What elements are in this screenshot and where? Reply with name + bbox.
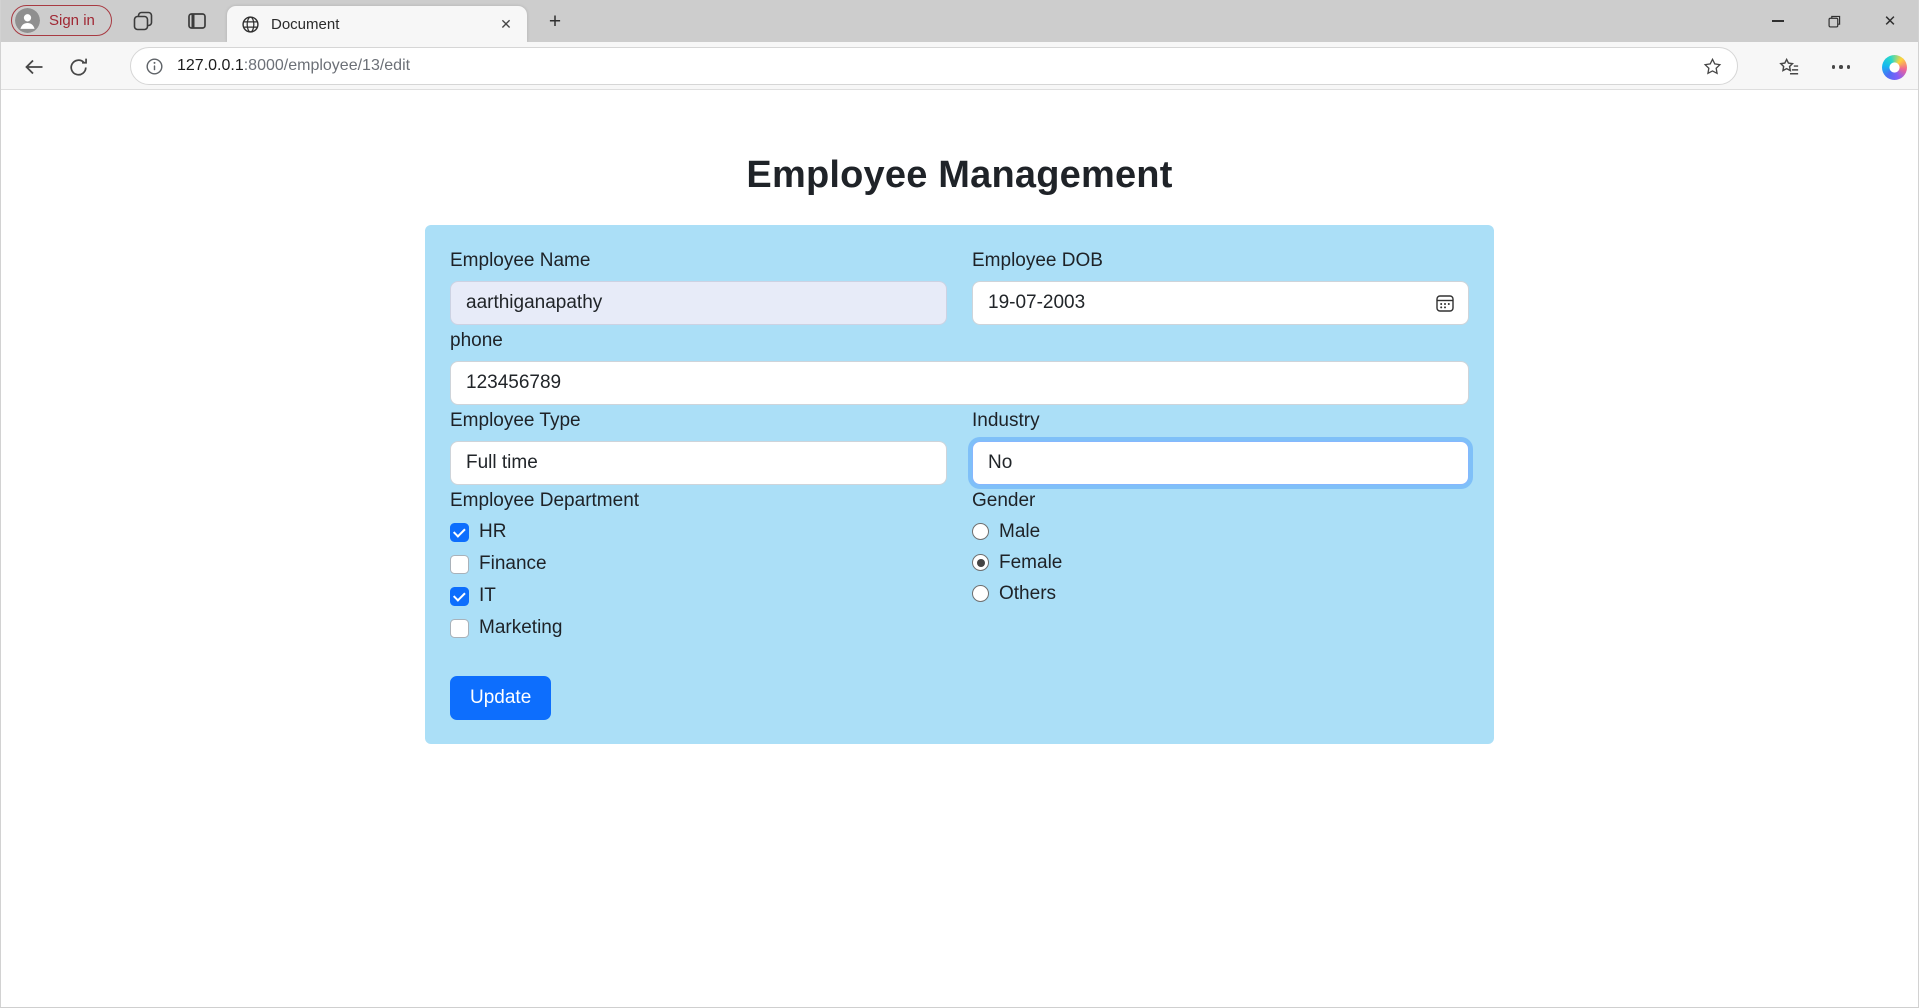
employee-dob-field: Employee DOB <box>972 249 1469 325</box>
browser-tab[interactable]: Document ✕ <box>227 6 527 42</box>
gender-group: Gender Male Female Others <box>972 489 1469 647</box>
window-controls: ✕ <box>1750 0 1918 42</box>
sign-in-label: Sign in <box>49 12 95 29</box>
employee-type-label: Employee Type <box>450 409 947 433</box>
window-close-button[interactable]: ✕ <box>1862 0 1918 42</box>
employee-name-field: Employee Name <box>450 249 947 325</box>
employee-dob-label: Employee DOB <box>972 249 1469 273</box>
navigation-bar: 127.0.0.1:8000/employee/13/edit <box>1 42 1918 90</box>
it-label: IT <box>479 585 496 607</box>
workspaces-icon[interactable] <box>131 9 155 33</box>
phone-label: phone <box>450 329 1469 353</box>
employee-name-input[interactable] <box>450 281 947 325</box>
employee-department-label: Employee Department <box>450 489 947 513</box>
minimize-button[interactable] <box>1750 0 1806 42</box>
industry-input[interactable] <box>972 441 1469 485</box>
gender-label: Gender <box>972 489 1469 513</box>
gender-option-female[interactable]: Female <box>972 550 1469 575</box>
hr-label: HR <box>479 521 506 543</box>
tab-title: Document <box>271 16 495 33</box>
browser-window: Sign in Document ✕ + ✕ <box>0 0 1919 1008</box>
finance-checkbox[interactable] <box>450 555 469 574</box>
marketing-checkbox[interactable] <box>450 619 469 638</box>
department-option-finance[interactable]: Finance <box>450 551 947 577</box>
tab-close-icon[interactable]: ✕ <box>495 13 517 35</box>
employee-type-input[interactable] <box>450 441 947 485</box>
back-icon[interactable] <box>21 54 47 80</box>
new-tab-button[interactable]: + <box>542 9 568 35</box>
url-host: 127.0.0.1 <box>177 57 244 74</box>
copilot-icon[interactable] <box>1881 54 1907 80</box>
settings-menu-icon[interactable] <box>1828 54 1854 80</box>
male-label: Male <box>999 521 1040 543</box>
employee-dob-input[interactable] <box>972 281 1469 325</box>
add-favorite-star-icon[interactable] <box>1702 56 1723 77</box>
employee-department-group: Employee Department HR Finance IT <box>450 489 947 647</box>
employee-type-field: Employee Type <box>450 409 947 485</box>
others-label: Others <box>999 583 1056 605</box>
industry-label: Industry <box>972 409 1469 433</box>
profile-avatar-icon <box>15 8 40 33</box>
department-option-marketing[interactable]: Marketing <box>450 615 947 641</box>
refresh-icon[interactable] <box>65 54 91 80</box>
industry-field: Industry <box>972 409 1469 485</box>
sign-in-button[interactable]: Sign in <box>11 5 112 36</box>
url-path: :8000/employee/13/edit <box>244 57 410 74</box>
update-button[interactable]: Update <box>450 676 551 720</box>
others-radio[interactable] <box>972 585 989 602</box>
address-bar[interactable]: 127.0.0.1:8000/employee/13/edit <box>130 47 1738 85</box>
male-radio[interactable] <box>972 523 989 540</box>
favorites-icon[interactable] <box>1776 54 1802 80</box>
department-option-it[interactable]: IT <box>450 583 947 609</box>
department-option-hr[interactable]: HR <box>450 519 947 545</box>
phone-input[interactable] <box>450 361 1469 405</box>
site-info-icon[interactable] <box>145 57 164 76</box>
employee-form-card: Employee Name Employee DOB phone <box>425 225 1494 744</box>
female-label: Female <box>999 552 1062 574</box>
page-content: Employee Management Employee Name Employ… <box>1 90 1918 1008</box>
page-title: Employee Management <box>1 154 1918 197</box>
marketing-label: Marketing <box>479 617 562 639</box>
it-checkbox[interactable] <box>450 587 469 606</box>
tab-actions-icon[interactable] <box>185 9 209 33</box>
female-radio[interactable] <box>972 554 989 571</box>
globe-icon <box>241 15 260 34</box>
hr-checkbox[interactable] <box>450 523 469 542</box>
employee-name-label: Employee Name <box>450 249 947 273</box>
tab-bar: Sign in Document ✕ + ✕ <box>1 0 1918 42</box>
finance-label: Finance <box>479 553 547 575</box>
calendar-icon[interactable] <box>1434 292 1456 314</box>
phone-field: phone <box>450 329 1469 405</box>
gender-option-male[interactable]: Male <box>972 519 1469 544</box>
restore-button[interactable] <box>1806 0 1862 42</box>
gender-option-others[interactable]: Others <box>972 581 1469 606</box>
url-text: 127.0.0.1:8000/employee/13/edit <box>177 57 410 75</box>
